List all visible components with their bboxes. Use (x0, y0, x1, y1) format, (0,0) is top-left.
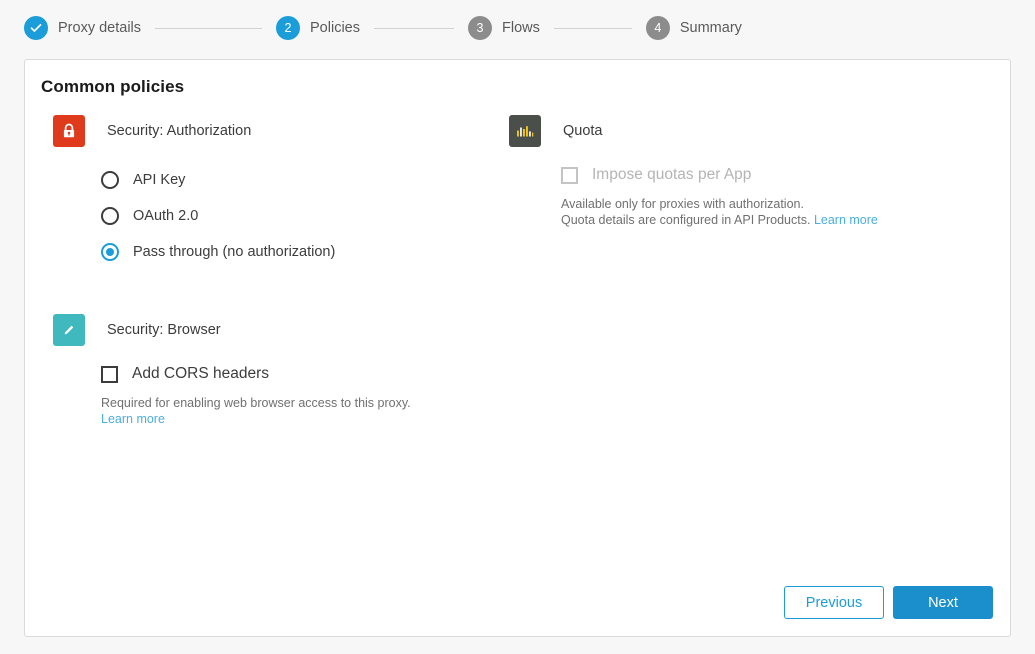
checkbox-row-cors[interactable]: Add CORS headers (101, 361, 493, 387)
policy-header: Security: Authorization (53, 115, 493, 147)
checkbox-add-cors-headers[interactable] (101, 366, 118, 383)
step-proxy-details[interactable]: Proxy details (24, 16, 141, 40)
step-connector-3 (554, 28, 632, 29)
policy-column-right: Quota Impose quotas per App Available on… (509, 115, 979, 228)
radio-option-api-key[interactable]: API Key (101, 162, 493, 198)
bar-chart-icon (509, 115, 541, 147)
step-2-label: Policies (310, 20, 360, 36)
checkbox-row-impose-quotas[interactable]: Impose quotas per App (561, 162, 979, 188)
wizard-stepper: Proxy details 2 Policies 3 Flows 4 Summa… (0, 0, 1035, 56)
card-footer: Previous Next (784, 586, 993, 619)
page-title: Common policies (41, 77, 184, 97)
radio-pass-through[interactable] (101, 243, 119, 261)
step-3-label: Flows (502, 20, 540, 36)
step-connector-1 (155, 28, 262, 29)
policy-security-authorization: Security: Authorization API Key OAuth 2.… (53, 115, 493, 270)
previous-button[interactable]: Previous (784, 586, 884, 619)
radio-option-pass-through[interactable]: Pass through (no authorization) (101, 234, 493, 270)
check-icon (30, 22, 42, 34)
policy-header: Security: Browser (53, 314, 493, 346)
quota-learn-more-link[interactable]: Learn more (814, 213, 878, 227)
radio-api-key[interactable] (101, 171, 119, 189)
step-connector-2 (374, 28, 454, 29)
common-policies-card: Common policies Security: Authorization (24, 59, 1011, 637)
policy-security-browser: Security: Browser Add CORS headers Requi… (53, 314, 493, 427)
step-3-circle: 3 (468, 16, 492, 40)
step-1-label: Proxy details (58, 20, 141, 36)
policy-title-browser: Security: Browser (107, 322, 221, 338)
quota-checkbox-group: Impose quotas per App Available only for… (509, 162, 979, 228)
step-1-circle (24, 16, 48, 40)
browser-learn-more-link[interactable]: Learn more (101, 412, 165, 426)
radio-label-pass-through: Pass through (no authorization) (133, 244, 335, 260)
radio-label-api-key: API Key (133, 172, 185, 188)
quota-help-line-1: Available only for proxies with authoriz… (561, 196, 979, 212)
pencil-icon (53, 314, 85, 346)
step-summary[interactable]: 4 Summary (646, 16, 742, 40)
policy-column-left: Security: Authorization API Key OAuth 2.… (53, 115, 493, 427)
radio-oauth[interactable] (101, 207, 119, 225)
next-button[interactable]: Next (893, 586, 993, 619)
step-4-circle: 4 (646, 16, 670, 40)
authorization-radio-group: API Key OAuth 2.0 Pass through (no autho… (53, 162, 493, 270)
step-flows[interactable]: 3 Flows (468, 16, 540, 40)
browser-help-text: Required for enabling web browser access… (101, 395, 493, 427)
policy-title-authorization: Security: Authorization (107, 123, 251, 139)
checkbox-label-impose-quotas-per-app: Impose quotas per App (592, 166, 751, 184)
quota-help-text: Available only for proxies with authoriz… (561, 196, 979, 228)
browser-help-line-1: Required for enabling web browser access… (101, 395, 493, 411)
step-4-label: Summary (680, 20, 742, 36)
radio-option-oauth[interactable]: OAuth 2.0 (101, 198, 493, 234)
step-2-circle: 2 (276, 16, 300, 40)
quota-help-line-2: Quota details are configured in API Prod… (561, 213, 810, 227)
step-policies[interactable]: 2 Policies (276, 16, 360, 40)
policy-quota: Quota Impose quotas per App Available on… (509, 115, 979, 228)
policy-header: Quota (509, 115, 979, 147)
quota-help-line-2-wrapper: Quota details are configured in API Prod… (561, 212, 979, 228)
policy-title-quota: Quota (563, 123, 603, 139)
browser-checkbox-group: Add CORS headers Required for enabling w… (53, 361, 493, 427)
radio-label-oauth: OAuth 2.0 (133, 208, 198, 224)
checkbox-impose-quotas-per-app[interactable] (561, 167, 578, 184)
checkbox-label-add-cors-headers: Add CORS headers (132, 365, 269, 383)
lock-icon (53, 115, 85, 147)
